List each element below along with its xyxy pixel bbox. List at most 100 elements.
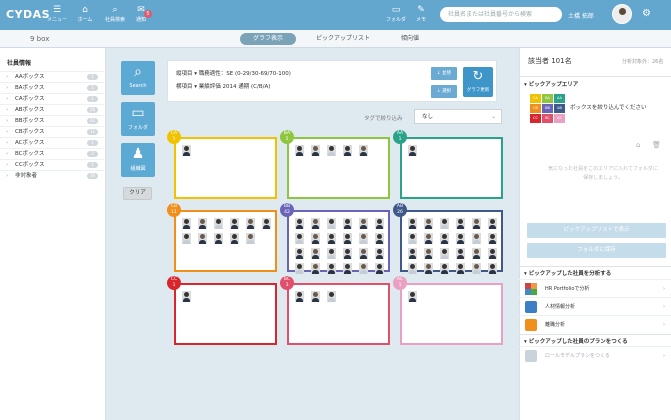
sidebar-item[interactable]: › CAボックス 1	[0, 93, 104, 103]
tab-graph[interactable]: グラフ表示	[240, 33, 296, 45]
employee-photo[interactable]	[343, 218, 352, 229]
mini-grid-cell[interactable]: BC	[542, 114, 553, 123]
folder-tool-button[interactable]: ▭ フォルダ	[121, 102, 155, 136]
tag-filter-select[interactable]: なし ⌄	[414, 109, 502, 124]
user-name[interactable]: 土橋 拓郎	[568, 11, 594, 20]
employee-photo[interactable]	[488, 233, 497, 244]
employee-photo[interactable]	[359, 263, 368, 274]
sidebar-item[interactable]: › BCボックス 3	[0, 148, 104, 158]
sidebar-item[interactable]: › ACボックス 1	[0, 137, 104, 147]
employee-photo[interactable]	[182, 145, 191, 156]
sidebar-item[interactable]: › 非対象者 26	[0, 170, 104, 180]
memo-button[interactable]: ✎ メモ	[406, 4, 436, 23]
mini-grid-cell[interactable]: CA	[530, 94, 541, 103]
employee-photo[interactable]	[440, 248, 449, 259]
employee-photo[interactable]	[472, 233, 481, 244]
vertical-axis-row[interactable]: 縦項目 ▾ 職務適性：SE (0-29/30-69/70-100)	[176, 69, 291, 77]
employee-photo[interactable]	[311, 233, 320, 244]
mini-grid-cell[interactable]: AC	[554, 114, 565, 123]
employee-photo[interactable]	[311, 145, 320, 156]
graph-update-button[interactable]: ↻ グラフ更新	[463, 67, 493, 97]
employee-photo[interactable]	[375, 218, 384, 229]
employee-photo[interactable]	[359, 233, 368, 244]
employee-photo[interactable]	[295, 263, 304, 274]
sidebar-item[interactable]: › CCボックス 1	[0, 159, 104, 169]
employee-photo[interactable]	[456, 218, 465, 229]
employee-photo[interactable]	[230, 233, 239, 244]
employee-photo[interactable]	[375, 233, 384, 244]
employee-photo[interactable]	[456, 248, 465, 259]
employee-photo[interactable]	[424, 218, 433, 229]
employee-photo[interactable]	[327, 145, 336, 156]
tag-icon[interactable]: ⌂	[636, 141, 640, 149]
employee-photo[interactable]	[359, 218, 368, 229]
employee-photo[interactable]	[327, 263, 336, 274]
employee-photo[interactable]	[359, 145, 368, 156]
mini-grid-cell[interactable]: AB	[554, 104, 565, 113]
employee-photo[interactable]	[311, 291, 320, 302]
sidebar-item[interactable]: › BAボックス 5	[0, 82, 104, 92]
employee-photo[interactable]	[182, 291, 191, 302]
analyze-talent-info[interactable]: 人材情報分析 ›	[519, 297, 671, 315]
role-model-plan[interactable]: ロールモデルプランをつくる ›	[519, 346, 671, 364]
select-button[interactable]: ↓ 選択	[431, 85, 457, 98]
employee-photo[interactable]	[440, 263, 449, 274]
employee-photo[interactable]	[327, 248, 336, 259]
show-in-pickup-list-button[interactable]: ピックアップリストで表示	[527, 223, 666, 238]
gear-icon[interactable]: ⚙	[642, 8, 651, 19]
mini-grid-cell[interactable]: CC	[530, 114, 541, 123]
employee-photo[interactable]	[440, 233, 449, 244]
menu-button[interactable]: ☰ メニュー	[42, 4, 72, 23]
employee-photo[interactable]	[375, 248, 384, 259]
employee-photo[interactable]	[408, 218, 417, 229]
employee-photo[interactable]	[311, 263, 320, 274]
employee-photo[interactable]	[343, 145, 352, 156]
employee-photo[interactable]	[408, 248, 417, 259]
employee-photo[interactable]	[198, 233, 207, 244]
employee-photo[interactable]	[311, 248, 320, 259]
employee-photo[interactable]	[327, 233, 336, 244]
horizontal-axis-row[interactable]: 横項目 ▾ 業績評価 2014 通期 (C/B/A)	[176, 82, 270, 90]
employee-photo[interactable]	[311, 218, 320, 229]
tab-pickup-list[interactable]: ピックアップリスト	[308, 33, 378, 45]
notification-button[interactable]: ✉ 通知 5	[126, 4, 156, 23]
employee-photo[interactable]	[472, 218, 481, 229]
sidebar-item[interactable]: › BBボックス 42	[0, 115, 104, 125]
tab-trend[interactable]: 傾向値	[390, 33, 430, 45]
employee-photo[interactable]	[343, 248, 352, 259]
employee-photo[interactable]	[424, 233, 433, 244]
employee-photo[interactable]	[198, 218, 207, 229]
employee-photo[interactable]	[472, 248, 481, 259]
save-to-folder-button[interactable]: フォルダに保存	[527, 243, 666, 258]
employee-photo[interactable]	[424, 248, 433, 259]
employee-photo[interactable]	[327, 218, 336, 229]
employee-photo[interactable]	[295, 233, 304, 244]
employee-photo[interactable]	[246, 218, 255, 229]
employee-photo[interactable]	[182, 233, 191, 244]
employee-photo[interactable]	[327, 291, 336, 302]
employee-photo[interactable]	[488, 248, 497, 259]
employee-photo[interactable]	[246, 233, 255, 244]
employee-photo[interactable]	[488, 263, 497, 274]
employee-photo[interactable]	[359, 248, 368, 259]
employee-photo[interactable]	[343, 263, 352, 274]
employee-photo[interactable]	[295, 248, 304, 259]
trash-icon[interactable]: 🗑	[652, 141, 661, 149]
employee-photo[interactable]	[456, 233, 465, 244]
employee-photo[interactable]	[424, 263, 433, 274]
org-chart-tool-button[interactable]: ♟ 組織図	[121, 143, 155, 177]
search-input[interactable]: 社員名または社員番号から検索	[440, 7, 562, 22]
employee-photo[interactable]	[456, 263, 465, 274]
employee-photo[interactable]	[295, 218, 304, 229]
search-tool-button[interactable]: ⌕ Search	[121, 61, 155, 95]
employee-photo[interactable]	[182, 218, 191, 229]
analyze-turnover[interactable]: 離職分析 ›	[519, 315, 671, 333]
sidebar-item[interactable]: › AAボックス 1	[0, 71, 104, 81]
employee-photo[interactable]	[343, 233, 352, 244]
employee-photo[interactable]	[295, 145, 304, 156]
employee-photo[interactable]	[214, 218, 223, 229]
employee-photo[interactable]	[408, 263, 417, 274]
sidebar-item[interactable]: › ABボックス 26	[0, 104, 104, 114]
mini-grid-cell[interactable]: BB	[542, 104, 553, 113]
employee-photo[interactable]	[440, 218, 449, 229]
